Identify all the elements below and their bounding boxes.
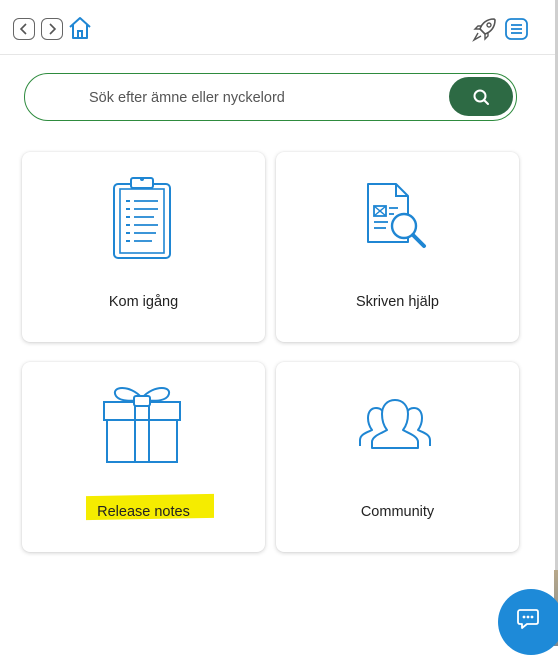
home-icon xyxy=(69,17,91,39)
menu-icon xyxy=(505,18,528,40)
back-button[interactable] xyxy=(13,18,35,40)
search-input[interactable] xyxy=(87,83,441,113)
card-label: Community xyxy=(360,504,435,520)
rocket-icon xyxy=(472,18,496,42)
document-search-icon xyxy=(367,183,426,248)
card-release-notes[interactable]: Release notes xyxy=(22,362,265,552)
back-icon xyxy=(19,23,27,35)
search-button[interactable] xyxy=(449,77,513,116)
search-icon xyxy=(473,89,489,105)
people-group-icon xyxy=(359,399,431,449)
forward-button[interactable] xyxy=(41,18,63,40)
top-bar xyxy=(0,0,555,55)
forward-icon xyxy=(49,23,57,35)
search-box xyxy=(24,73,517,121)
home-button[interactable] xyxy=(67,16,93,45)
menu-button[interactable] xyxy=(505,18,528,45)
chat-bubble-icon xyxy=(517,609,539,629)
chat-button[interactable] xyxy=(498,589,558,655)
card-kom-igang[interactable]: Kom igång xyxy=(22,152,265,342)
card-label: Kom igång xyxy=(108,294,179,310)
clipboard-icon xyxy=(113,177,171,259)
gift-icon xyxy=(103,387,181,463)
card-label: Skriven hjälp xyxy=(355,294,439,310)
card-skriven-hjalp[interactable]: Skriven hjälp xyxy=(276,152,519,342)
announcements-button[interactable] xyxy=(472,16,498,47)
card-label: Release notes xyxy=(97,504,190,520)
card-community[interactable]: Community xyxy=(276,362,519,552)
